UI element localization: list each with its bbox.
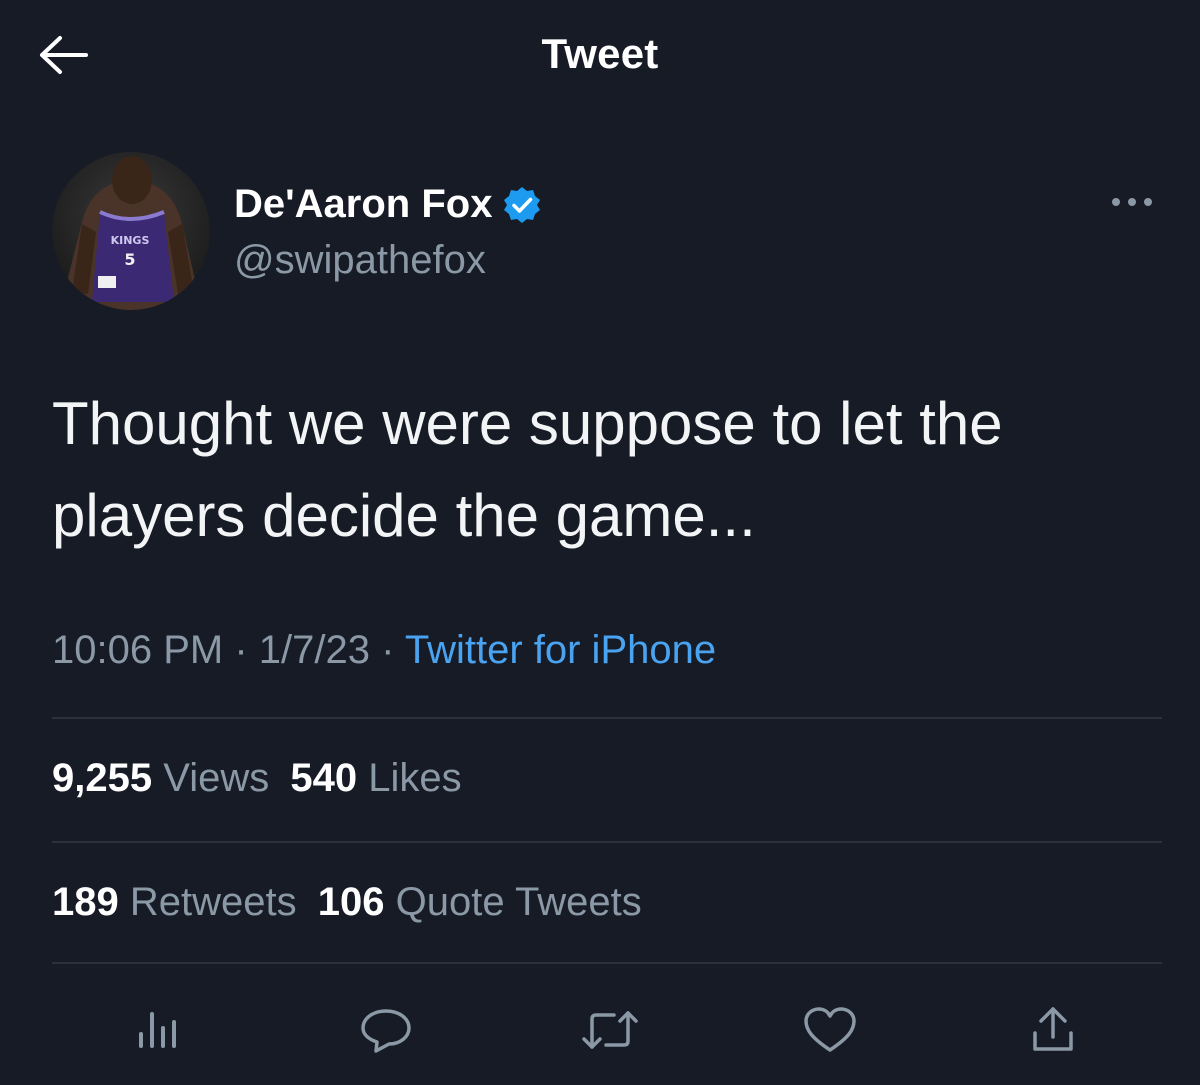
likes-count: 540: [290, 756, 358, 800]
tweet-text-line: players decide the game...: [52, 482, 756, 549]
reply-button[interactable]: [351, 990, 421, 1070]
avatar[interactable]: 5 KINGS: [52, 152, 210, 310]
retweet-button[interactable]: [575, 990, 645, 1070]
likes-label: Likes: [368, 756, 462, 800]
likes-stat[interactable]: 540 Likes: [290, 756, 461, 800]
jersey-team-text: KINGS: [111, 234, 150, 247]
quote-tweets-count: 106: [317, 880, 385, 924]
page-title: Tweet: [541, 30, 659, 77]
more-horizontal-icon: [1112, 198, 1152, 206]
divider: [52, 717, 1162, 719]
divider: [52, 841, 1162, 843]
author-name[interactable]: De'Aaron Fox: [234, 182, 542, 227]
meta-separator: ·: [234, 628, 248, 672]
more-options-button[interactable]: [1102, 182, 1162, 222]
quote-tweets-label: Quote Tweets: [395, 880, 642, 924]
divider: [52, 962, 1162, 964]
retweets-count: 189: [52, 880, 119, 924]
share-button[interactable]: [1018, 990, 1088, 1070]
avatar-image: 5 KINGS: [52, 152, 210, 310]
quote-tweets-stat[interactable]: 106 Quote Tweets: [318, 880, 642, 924]
retweet-icon: [582, 1011, 638, 1049]
meta-separator: ·: [381, 628, 395, 672]
like-icon: [804, 1007, 856, 1052]
verified-badge-icon: [502, 185, 542, 225]
tweet-time: 10:06 PM: [52, 628, 224, 672]
tweet-meta: 10:06 PM · 1/7/23 · Twitter for iPhone: [52, 628, 716, 673]
tweet-source-link[interactable]: Twitter for iPhone: [405, 628, 716, 672]
retweets-stat[interactable]: 189 Retweets: [52, 880, 308, 924]
views-count: 9,255: [52, 756, 153, 800]
views-label: Views: [163, 756, 270, 800]
stats-row-retweets-quotes: 189 Retweets 106 Quote Tweets: [52, 880, 652, 925]
views-stat[interactable]: 9,255 Views: [52, 756, 280, 800]
tweet-author: 5 KINGS De'Aaron Fox @swipathefox: [52, 152, 1162, 312]
analytics-icon: [139, 1012, 176, 1048]
tweet-text: Thought we were suppose to let the playe…: [52, 378, 1152, 562]
jersey-number-5: 5: [124, 250, 135, 269]
reply-icon: [361, 1009, 411, 1053]
analytics-button[interactable]: [122, 990, 192, 1070]
stats-row-views-likes: 9,255 Views 540 Likes: [52, 756, 472, 801]
author-name-text: De'Aaron Fox: [234, 182, 493, 226]
author-handle[interactable]: @swipathefox: [234, 238, 486, 283]
share-icon: [1033, 1007, 1073, 1051]
tweet-text-line: Thought we were suppose to let the: [52, 390, 1003, 457]
tweet-date: 1/7/23: [258, 628, 371, 672]
like-button[interactable]: [795, 990, 865, 1070]
tweet-action-bar: [0, 990, 1200, 1070]
retweets-label: Retweets: [129, 880, 297, 924]
top-bar: Tweet: [0, 0, 1200, 115]
